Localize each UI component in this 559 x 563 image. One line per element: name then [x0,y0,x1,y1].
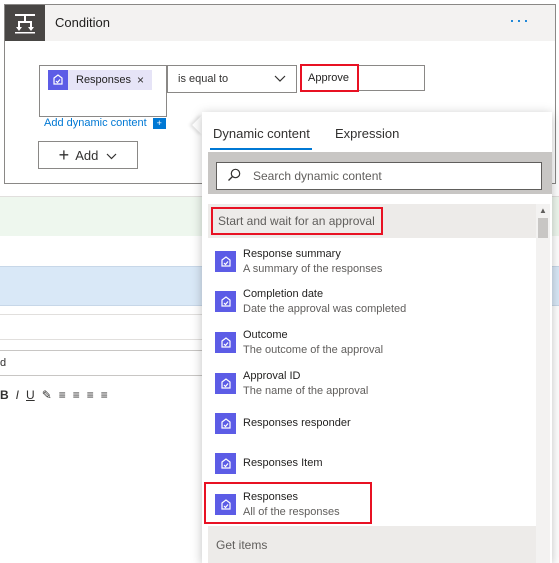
list-item-outcome[interactable]: Outcome The outcome of the approval [208,323,536,363]
list-item-responses-responder[interactable]: Responses responder [208,404,536,444]
active-tab-indicator [210,148,312,150]
item-title: Response summary [243,248,341,260]
item-title: Completion date [243,288,324,300]
approval-icon [215,251,236,272]
approval-icon [215,413,236,434]
item-description: The outcome of the approval [243,344,384,356]
tab-expression[interactable]: Expression [335,126,399,141]
number-list-icon[interactable]: ≡ [73,388,80,402]
list-item-completion-date[interactable]: Completion date Date the approval was co… [208,282,536,322]
item-description: Date the approval was completed [243,303,407,315]
bullet-list-icon[interactable]: ≡ [59,388,66,402]
add-dynamic-content-label: Add dynamic content [44,117,147,129]
search-input[interactable]: Search dynamic content [216,162,542,190]
list-item-approval-id[interactable]: Approval ID The name of the approval [208,364,536,404]
section-header-highlight: Start and wait for an approval [211,207,383,235]
item-description: The name of the approval [243,385,369,397]
tab-dynamic-content[interactable]: Dynamic content [213,126,310,141]
section-title: Get items [216,538,268,552]
indent-icon[interactable]: ≡ [101,388,108,402]
approval-icon [215,332,236,353]
add-dynamic-badge: + [152,117,166,129]
more-options-icon[interactable]: ··· [509,11,530,29]
section-header-get-items: Get items [208,526,536,563]
section-title: Start and wait for an approval [218,214,375,228]
italic-icon[interactable]: I [16,388,19,402]
condition-icon [5,5,45,41]
chevron-down-icon [274,72,286,86]
add-button-label: Add [75,147,99,163]
item-title: Responses responder [243,417,351,429]
outdent-icon[interactable]: ≡ [87,388,94,402]
approval-icon [215,453,236,474]
approval-icon [215,291,236,312]
token-label: Responses [76,74,132,86]
approval-icon [48,70,68,90]
item-title: Approval ID [243,370,301,382]
list-item-responses-item[interactable]: Responses Item [208,444,536,484]
add-button[interactable]: + Add [38,141,138,169]
condition-value-highlight: Approve [300,64,359,92]
bold-icon[interactable]: B [0,388,9,402]
list-item-response-summary[interactable]: Response summary A summary of the respon… [208,242,536,282]
chevron-down-icon [106,148,117,163]
condition-value: Approve [308,72,349,84]
token-remove-icon[interactable]: × [137,73,144,87]
search-icon [227,168,241,185]
field-row[interactable] [0,314,210,340]
responses-item-highlight [204,482,372,524]
operator-value: is equal to [178,73,229,85]
search-placeholder: Search dynamic content [253,169,382,183]
search-area: Search dynamic content [208,152,552,194]
item-title: Responses Item [243,457,323,469]
underline-icon[interactable]: U [26,388,35,402]
scrollbar-thumb[interactable] [538,218,548,238]
format-toolbar: B I U ✎ ≡ ≡ ≡ ≡ [0,385,108,405]
add-dynamic-content-link[interactable]: Add dynamic content + [44,117,166,129]
approval-icon [215,373,236,394]
condition-header[interactable]: Condition ··· [5,5,555,41]
responses-token[interactable]: Responses × [48,70,153,90]
condition-left-operand[interactable]: Responses × [39,65,167,117]
section-header: Start and wait for an approval [208,204,536,238]
operator-dropdown[interactable]: is equal to [167,65,297,93]
field-value: d [0,357,7,369]
item-description: A summary of the responses [243,263,383,275]
plus-icon: + [58,145,70,165]
scrollbar[interactable]: ▲ [536,204,550,563]
scroll-up-icon[interactable]: ▲ [536,206,550,216]
condition-title: Condition [55,15,110,30]
field-input[interactable]: d [0,350,210,376]
pen-icon[interactable]: ✎ [42,388,52,402]
item-title: Outcome [243,329,288,341]
